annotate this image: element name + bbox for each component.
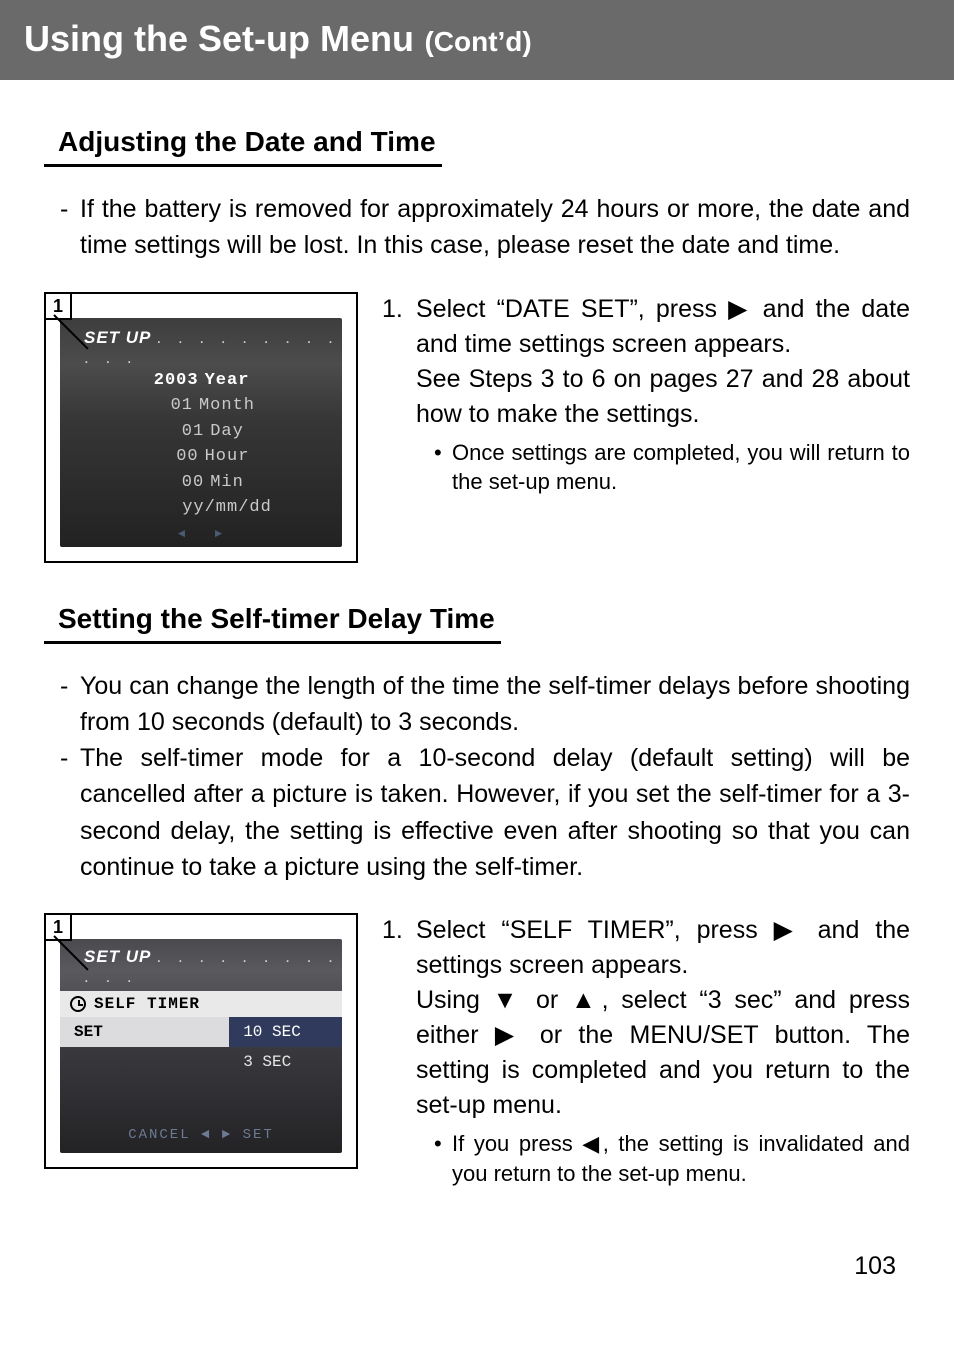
lcd-screen-selftimer: SET UP . . . . . . . . . . . . SELF TIME… [60,939,342,1153]
lcd-frame-date: 1 SET UP . . . . . . . . . . . . 2003Yea… [44,292,358,563]
section-title-date: Adjusting the Date and Time [44,126,442,167]
bullet-dot-icon: • [434,438,452,497]
lcd-badge-2: 1 [46,915,72,941]
lcd-foot-arrows: ◄ ► [60,527,342,541]
date-row-hour: 00Hour [60,444,342,470]
self-timer-3sec: 3 SEC [229,1047,342,1077]
section2-notes: - You can change the length of the time … [60,668,910,886]
right-arrow-icon: ► [215,527,224,541]
section1-step-bullet1: Once settings are completed, you will re… [452,438,910,497]
page-number: 103 [854,1252,896,1281]
section2-step-line2: Using ▼ or ▲, select “3 sec” and press e… [416,983,910,1123]
header-main: Using the Set-up Menu [24,18,414,59]
lcd-screen-date: SET UP . . . . . . . . . . . . 2003Year … [60,318,342,547]
self-timer-row-10sec: SET 10 SEC [60,1017,342,1047]
section-title-selftimer: Setting the Self-timer Delay Time [44,603,501,644]
left-arrow-icon: ◄ [178,527,187,541]
section2-step-line1: Select “SELF TIMER”, press ▶ and the set… [416,913,910,983]
section2-note-1: You can change the length of the time th… [80,668,910,741]
step-number: 1. [382,913,416,1188]
section2-step-bullet1: If you press ◀, the setting is invalidat… [452,1129,910,1188]
timer-icon [70,996,86,1012]
lcd-foot-cancel-set: CANCEL ◄ ► SET [60,1127,342,1143]
date-row-month: 01Month [60,393,342,419]
step-number: 1. [382,292,416,497]
section2-steps: 1. Select “SELF TIMER”, press ▶ and the … [382,913,910,1192]
dash-icon: - [60,191,80,264]
lcd-badge-1: 1 [46,294,72,320]
lcd-frame-selftimer: 1 SET UP . . . . . . . . . . . . SELF TI… [44,913,358,1169]
lcd-title-date: SET UP [84,328,151,347]
page-header: Using the Set-up Menu (Cont’d) [0,0,954,80]
section2-note-2: The self-timer mode for a 10-second dela… [80,740,910,885]
lcd-subtitle-row: SELF TIMER [60,991,342,1017]
dash-icon: - [60,740,80,885]
lcd-title-self: SET UP [84,947,151,966]
lcd-subtitle: SELF TIMER [94,995,200,1013]
self-timer-set-label: SET [60,1017,229,1047]
date-row-format: yy/mm/dd [60,495,342,521]
bullet-dot-icon: • [434,1129,452,1188]
section1-note-1: If the battery is removed for approximat… [80,191,910,264]
dash-icon: - [60,668,80,741]
date-row-year: 2003Year [60,368,342,394]
date-row-day: 01Day [60,419,342,445]
self-timer-10sec: 10 SEC [229,1017,342,1047]
header-sub: (Cont’d) [424,26,531,57]
self-timer-row-3sec: 3 SEC [60,1047,342,1077]
section1-steps: 1. Select “DATE SET”, press ▶ and the da… [382,292,910,501]
date-row-min: 00Min [60,470,342,496]
section1-step-line2: See Steps 3 to 6 on pages 27 and 28 abou… [416,362,910,432]
section1-step-line1: Select “DATE SET”, press ▶ and the date … [416,292,910,362]
section1-notes: - If the battery is removed for approxim… [60,191,910,264]
